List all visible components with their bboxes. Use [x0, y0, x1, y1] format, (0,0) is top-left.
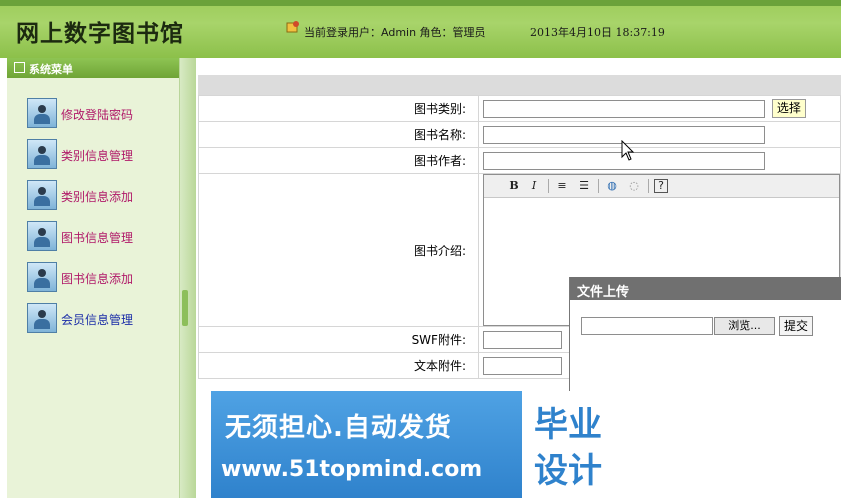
sidebar: 系统菜单 修改登陆密码 类别信息管理 类别信息添加 图书信息管理 图书信息添加 …: [7, 58, 180, 498]
swf-input[interactable]: [483, 330, 562, 349]
form-row-name: 图书名称:: [198, 121, 841, 148]
current-datetime: 2013年4月10日 18:37:19: [530, 26, 665, 39]
menu-title-bar: 系统菜单: [7, 58, 179, 78]
help-icon[interactable]: ?: [654, 179, 668, 193]
link-icon[interactable]: ◍: [604, 179, 620, 193]
sidebar-item-book-manage[interactable]: 图书信息管理: [7, 216, 179, 257]
user-icon: [27, 221, 57, 251]
sidebar-item-label[interactable]: 类别信息管理: [61, 147, 133, 164]
ordered-list-icon[interactable]: ≡: [554, 179, 570, 193]
edit-icon: [14, 62, 25, 73]
form-row-category: 图书类别: 选择: [198, 95, 841, 122]
header-top-strip: [0, 0, 841, 6]
watermark-banner: 无须担心.自动发货 www.51topmind.com: [211, 391, 522, 498]
sidebar-item-book-add[interactable]: 图书信息添加: [7, 257, 179, 298]
name-label: 图书名称:: [198, 121, 479, 148]
window-edge: [0, 58, 7, 498]
toolbar-separator: [598, 179, 599, 193]
category-label: 图书类别:: [198, 95, 479, 122]
user-info-icon: [286, 21, 299, 33]
sidebar-item-label[interactable]: 类别信息添加: [61, 188, 133, 205]
user-icon: [27, 303, 57, 333]
intro-label: 图书介绍:: [198, 173, 479, 327]
submit-button[interactable]: 提交: [779, 316, 813, 336]
select-category-button[interactable]: 选择: [771, 99, 806, 118]
toolbar-separator: [548, 179, 549, 193]
menu-list: 修改登陆密码 类别信息管理 类别信息添加 图书信息管理 图书信息添加 会员信息管…: [7, 93, 179, 339]
toolbar-separator: [648, 179, 649, 193]
bold-icon[interactable]: B: [506, 179, 522, 193]
sidebar-item-category-add[interactable]: 类别信息添加: [7, 175, 179, 216]
upload-dialog-title: 文件上传: [577, 285, 630, 300]
unlink-icon[interactable]: ◌: [626, 179, 642, 193]
banner-url: www.51topmind.com: [221, 457, 483, 482]
header-bar: 网上数字图书馆 当前登录用户：Admin 角色：管理员 2013年4月10日 1…: [0, 0, 841, 58]
author-label: 图书作者:: [198, 147, 479, 174]
upload-file-input[interactable]: [581, 317, 713, 335]
mouse-cursor-icon: [621, 140, 635, 161]
app-title: 网上数字图书馆: [16, 20, 184, 47]
sidebar-item-member-manage[interactable]: 会员信息管理: [7, 298, 179, 339]
form-row-author: 图书作者:: [198, 147, 841, 174]
form-header-bar: [198, 75, 841, 95]
text-attachment-label: 文本附件:: [198, 352, 479, 379]
banner-slogan: 无须担心.自动发货: [225, 413, 452, 443]
sidebar-item-label[interactable]: 图书信息添加: [61, 270, 133, 287]
editor-toolbar: B I ≡ ☰ ◍ ◌ ?: [484, 175, 839, 198]
user-icon: [27, 180, 57, 210]
swf-label: SWF附件:: [198, 326, 479, 353]
badge-text-2: 设计: [534, 451, 602, 491]
user-icon: [27, 262, 57, 292]
current-user-info: 当前登录用户：Admin 角色：管理员: [304, 26, 486, 39]
user-icon: [27, 139, 57, 169]
text-attachment-input[interactable]: [483, 356, 562, 375]
user-icon: [27, 98, 57, 128]
category-input[interactable]: [483, 99, 765, 118]
italic-icon[interactable]: I: [526, 179, 542, 193]
sidebar-splitter[interactable]: [180, 58, 196, 498]
watermark-badge: 毕业 设计: [522, 391, 630, 498]
sidebar-item-label[interactable]: 图书信息管理: [61, 229, 133, 246]
sidebar-item-label[interactable]: 会员信息管理: [61, 311, 133, 328]
menu-title: 系统菜单: [29, 63, 73, 76]
badge-text-1: 毕业: [534, 405, 602, 445]
unordered-list-icon[interactable]: ☰: [576, 179, 592, 193]
upload-dialog-titlebar: 文件上传: [570, 277, 841, 300]
browse-button[interactable]: 浏览...: [714, 317, 775, 335]
sidebar-item-label[interactable]: 修改登陆密码: [61, 106, 133, 123]
splitter-handle[interactable]: [182, 290, 188, 326]
sidebar-item-change-password[interactable]: 修改登陆密码: [7, 93, 179, 134]
sidebar-item-category-manage[interactable]: 类别信息管理: [7, 134, 179, 175]
